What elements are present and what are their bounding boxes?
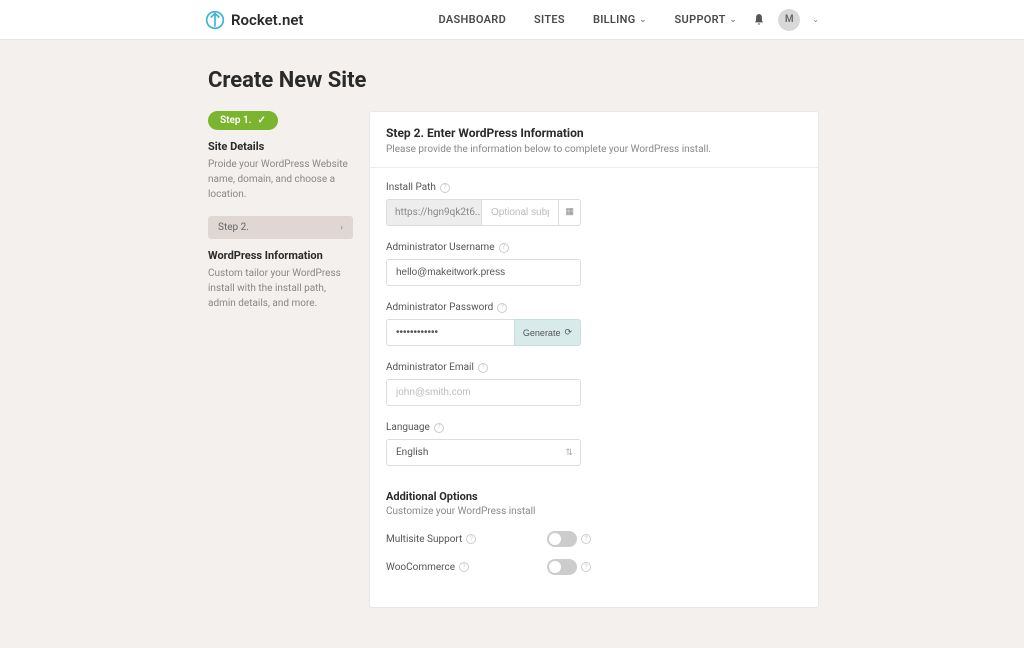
generate-button[interactable]: Generate ⟳: [514, 319, 581, 346]
nav-sites[interactable]: SITES: [534, 13, 565, 26]
check-icon: ✓: [258, 115, 266, 126]
step1-pill[interactable]: Step 1. ✓: [208, 111, 278, 130]
help-icon[interactable]: ?: [581, 562, 591, 572]
admin-email-field: Administrator Email ?: [386, 362, 802, 406]
step1-desc: Proide your WordPress Website name, doma…: [208, 157, 353, 202]
main-nav: DASHBOARD SITES BILLING ⌄ SUPPORT ⌄: [438, 13, 736, 26]
page-title: Create New Site: [208, 68, 819, 93]
multisite-row: Multisite Support ? ?: [386, 531, 591, 547]
rocket-logo-icon: [205, 10, 225, 30]
step2-title: WordPress Information: [208, 249, 353, 262]
chevron-down-icon[interactable]: ⌄: [812, 15, 819, 24]
admin-email-label: Administrator Email: [386, 362, 474, 373]
language-field: Language ? English ⇅: [386, 422, 802, 466]
admin-username-label: Administrator Username: [386, 242, 495, 253]
panel-title: Step 2. Enter WordPress Information: [386, 126, 802, 140]
install-path-input[interactable]: [481, 199, 559, 226]
help-icon[interactable]: ?: [499, 243, 509, 253]
install-path-prefix: https://hgn9qk2t6...: [386, 199, 481, 226]
admin-username-field: Administrator Username ?: [386, 242, 802, 286]
sidebar: Step 1. ✓ Site Details Proide your WordP…: [208, 111, 353, 608]
woocommerce-toggle[interactable]: [547, 559, 577, 575]
panel-subtitle: Please provide the information below to …: [386, 144, 802, 155]
admin-email-input[interactable]: [386, 379, 581, 406]
nav-support[interactable]: SUPPORT ⌄: [675, 13, 737, 26]
header: Rocket.net DASHBOARD SITES BILLING ⌄ SUP…: [0, 0, 1024, 40]
language-label: Language: [386, 422, 430, 433]
brand-text: Rocket.net: [231, 11, 303, 29]
additional-options-title: Additional Options: [386, 490, 802, 503]
woocommerce-row: WooCommerce ? ?: [386, 559, 591, 575]
chevron-down-icon: ⌄: [640, 15, 647, 24]
language-select[interactable]: English: [386, 439, 581, 466]
step2-pill[interactable]: Step 2. ›: [208, 216, 353, 239]
nav-dashboard[interactable]: DASHBOARD: [438, 13, 506, 26]
help-icon[interactable]: ?: [466, 534, 476, 544]
help-icon[interactable]: ?: [459, 562, 469, 572]
chevron-right-icon: ›: [340, 223, 343, 233]
woocommerce-label: WooCommerce: [386, 562, 455, 573]
help-icon[interactable]: ?: [440, 183, 450, 193]
help-icon[interactable]: ?: [581, 534, 591, 544]
install-path-field: Install Path ? https://hgn9qk2t6... ▦: [386, 182, 802, 226]
path-picker-icon[interactable]: ▦: [559, 199, 581, 226]
step1-title: Site Details: [208, 140, 353, 153]
help-icon[interactable]: ?: [497, 303, 507, 313]
avatar[interactable]: M: [778, 9, 800, 31]
additional-options-subtitle: Customize your WordPress install: [386, 506, 802, 517]
help-icon[interactable]: ?: [478, 363, 488, 373]
refresh-icon: ⟳: [564, 327, 572, 338]
admin-username-input[interactable]: [386, 259, 581, 286]
admin-password-label: Administrator Password: [386, 302, 493, 313]
admin-password-input[interactable]: [386, 319, 514, 346]
nav-billing[interactable]: BILLING ⌄: [593, 13, 647, 26]
chevron-down-icon: ⌄: [730, 15, 737, 24]
admin-password-field: Administrator Password ? Generate ⟳: [386, 302, 802, 346]
multisite-label: Multisite Support: [386, 534, 462, 545]
step2-desc: Custom tailor your WordPress install wit…: [208, 266, 353, 311]
help-icon[interactable]: ?: [434, 423, 444, 433]
main-panel: Step 2. Enter WordPress Information Plea…: [369, 111, 819, 608]
install-path-label: Install Path: [386, 182, 436, 193]
multisite-toggle[interactable]: [547, 531, 577, 547]
logo[interactable]: Rocket.net: [205, 10, 303, 30]
bell-icon[interactable]: [752, 13, 766, 27]
